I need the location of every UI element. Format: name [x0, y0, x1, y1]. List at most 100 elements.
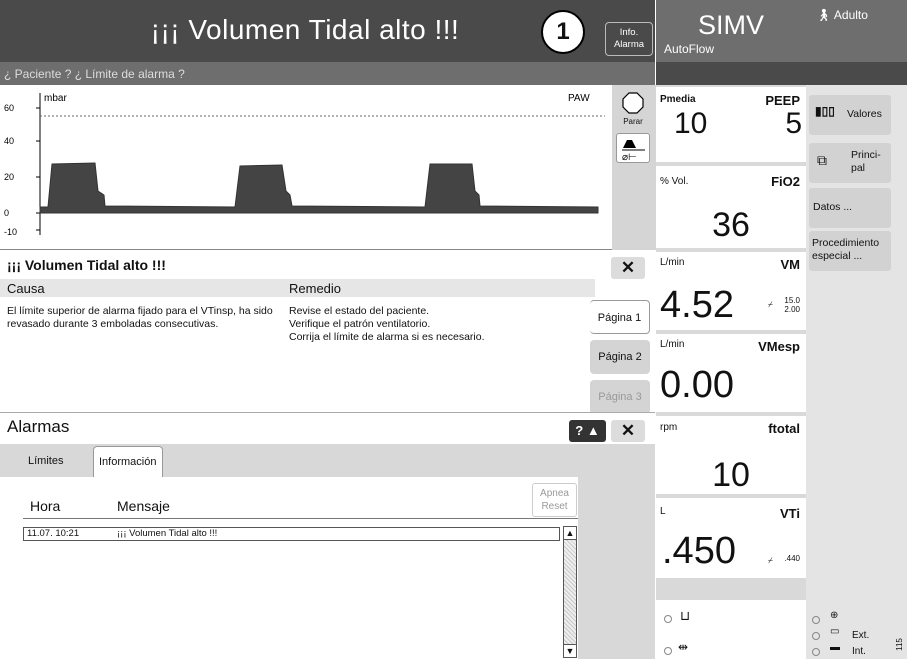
param-vti-value: .450 — [662, 530, 736, 572]
y-tick-20: 20 — [4, 172, 14, 182]
message-close-button[interactable]: ✕ — [611, 257, 645, 279]
power-int-label: Int. — [852, 646, 866, 657]
principal-button[interactable]: ⧉ Princi- pal — [809, 143, 891, 183]
y-tick-0: 0 — [4, 208, 9, 218]
page-3-tab[interactable]: Página 3 — [590, 380, 650, 414]
stop-label: Parar — [623, 117, 643, 126]
procedimiento-label: Procedimiento especial ... — [812, 237, 880, 262]
param-pmedia-label: Pmedia — [660, 94, 696, 105]
status-dot — [664, 647, 672, 655]
y-tick-40: 40 — [4, 136, 14, 146]
remedio-text: Revise el estado del paciente. Verifique… — [289, 305, 589, 344]
table-row[interactable] — [23, 527, 560, 541]
page-2-tab[interactable]: Página 2 — [590, 340, 650, 374]
pressure-waveform — [39, 162, 599, 214]
apnea-reset-button[interactable]: Apnea Reset — [532, 483, 577, 517]
scroll-up-icon[interactable]: ▲ — [563, 526, 577, 540]
status-dot — [664, 615, 672, 623]
param-fio2[interactable]: % Vol. FiO2 36 — [656, 166, 806, 250]
pressure-graph: 60 40 20 0 -10 mbar PAW — [4, 93, 605, 237]
causa-text: El límite superior de alarma fijado para… — [7, 305, 273, 330]
param-vti-limit: .440 — [784, 554, 800, 563]
remedio-line: Revise el estado del paciente. — [289, 305, 430, 317]
limit-icon: ⌿ — [768, 300, 773, 309]
param-vmesp-name: VMesp — [758, 339, 800, 354]
list-header-divider — [23, 518, 578, 519]
param-ftotal[interactable]: rpm ftotal 10 — [656, 416, 806, 496]
param-ftotal-name: ftotal — [768, 421, 800, 436]
y-tick-neg10: -10 — [4, 227, 17, 237]
apnea-reset-label: Apnea Reset — [540, 488, 569, 512]
row-mensaje: ¡¡¡ Volumen Tidal alto !!! — [117, 528, 218, 539]
svg-text:⌀⊢: ⌀⊢ — [622, 152, 637, 162]
vm-limit-hi: 15.0 — [784, 296, 800, 305]
battery-int-icon: ▬ — [830, 642, 840, 653]
param-vti-unit: L — [660, 506, 666, 517]
status-dot — [812, 648, 820, 656]
graph-label: PAW — [568, 93, 590, 104]
param-pmedia-value: 10 — [674, 107, 708, 140]
stack-icon: ⧉ — [817, 152, 827, 168]
param-fio2-value: 36 — [712, 206, 750, 244]
param-vmesp-value: 0.00 — [660, 364, 734, 406]
alarms-close-button[interactable]: ✕ — [611, 420, 645, 442]
y-tick-60: 60 — [4, 103, 14, 113]
patient-label: Adulto — [833, 8, 868, 22]
alarm-title: ¡¡¡ Volumen Tidal alto !!! — [150, 14, 460, 45]
status-dot — [812, 616, 820, 624]
param-vmesp[interactable]: L/min VMesp 0.00 — [656, 334, 806, 414]
alarm-subheader: ¿ Paciente ? ¿ Límite de alarma ? — [0, 62, 655, 85]
param-peep[interactable]: Pmedia PEEP 10 5 — [656, 87, 806, 164]
principal-label: Princi- pal — [851, 149, 881, 174]
datos-button[interactable]: Datos ... — [809, 188, 891, 228]
procedimiento-button[interactable]: Procedimiento especial ... — [809, 231, 891, 271]
tab-limites[interactable]: Límites — [23, 446, 89, 476]
person-icon: 🚶︎ — [816, 8, 832, 22]
causa-header: Causa — [7, 281, 45, 296]
right-subheader — [656, 62, 907, 85]
remedio-line: Verifique el patrón ventilatorio. — [289, 318, 431, 330]
graph-unit: mbar — [44, 93, 67, 104]
column-hora: Hora — [30, 498, 61, 514]
message-title: ¡¡¡ Volumen Tidal alto !!! — [7, 257, 166, 273]
remedio-line: Corrija el límite de alarma si es necesa… — [289, 331, 485, 343]
mode-subtitle: AutoFlow — [664, 42, 715, 56]
page-1-tab[interactable]: Página 1 — [590, 300, 650, 334]
limit-icon: ⌿ — [768, 556, 773, 565]
row-hora: 11.07. 10:21 — [27, 528, 80, 539]
param-peep-name: PEEP — [765, 93, 800, 108]
scroll-down-icon[interactable]: ▼ — [563, 644, 577, 658]
vm-limit-lo: 2.00 — [784, 305, 800, 314]
param-vm-limits: 15.0 2.00 — [784, 296, 800, 314]
tab-informacion[interactable]: Información — [93, 446, 163, 478]
scrollbar[interactable] — [563, 526, 577, 658]
status-dot — [812, 632, 820, 640]
nebulizer-icon: ⇹ — [678, 640, 689, 654]
param-vti[interactable]: L VTi .450 ⌿ .440 — [656, 498, 806, 580]
patient-group[interactable]: 🚶︎ Adulto — [806, 0, 907, 62]
param-ftotal-unit: rpm — [660, 422, 678, 433]
valores-label: Valores — [847, 108, 882, 120]
param-fio2-unit: % Vol. — [660, 176, 689, 187]
remedio-header: Remedio — [289, 281, 342, 296]
column-mensaje: Mensaje — [117, 498, 170, 514]
freeze-button[interactable]: ⌀⊢ — [616, 133, 650, 163]
stop-button[interactable]: Parar — [616, 92, 650, 126]
octagon-stop-icon — [622, 92, 644, 114]
alarms-title: Alarmas — [7, 417, 70, 436]
datos-label: Datos ... — [813, 201, 853, 213]
valores-button[interactable]: ▮▯▯ Valores — [809, 95, 891, 135]
param-vm-unit: L/min — [660, 257, 685, 268]
param-fio2-name: FiO2 — [771, 174, 800, 189]
bars-icon: ▮▯▯ — [815, 104, 835, 118]
param-vm-value: 4.52 — [660, 284, 734, 326]
freeze-graph-icon: ⌀⊢ — [622, 140, 645, 163]
alarm-log-list — [0, 477, 578, 659]
param-vm-name: VM — [780, 257, 801, 272]
param-vm[interactable]: L/min VM 4.52 ⌿ 15.0 2.00 — [656, 252, 806, 332]
info-alarm-button[interactable]: Info. Alarma — [605, 22, 653, 56]
close-icon: ✕ — [620, 421, 636, 440]
help-button[interactable]: ? ▲ — [569, 420, 606, 442]
param-vmesp-unit: L/min — [660, 339, 685, 350]
info-alarm-label: Info. Alarma — [613, 27, 645, 50]
